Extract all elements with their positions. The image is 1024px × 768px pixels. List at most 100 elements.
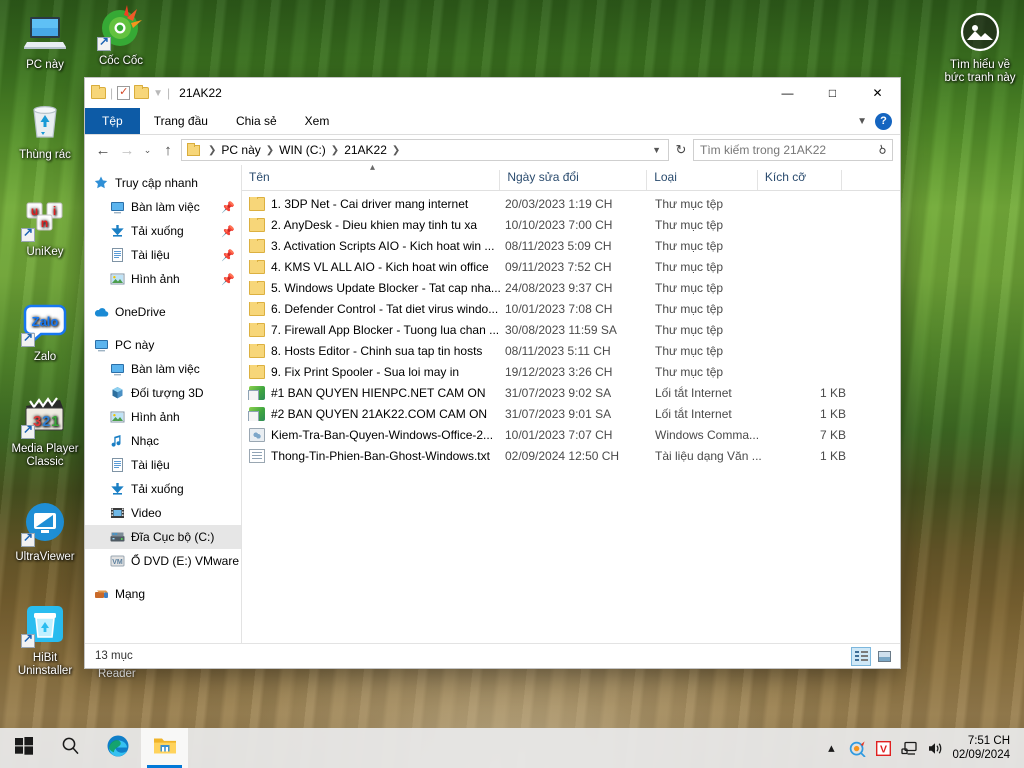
- network-tray-icon[interactable]: [896, 728, 922, 768]
- address-bar[interactable]: ← → ⌄ ↑ ❯ PC này ❯ WIN (C:) ❯ 21AK22 ❯ ▼…: [85, 135, 900, 165]
- table-row[interactable]: 3. Activation Scripts AIO - Kich hoat wi…: [242, 235, 900, 256]
- system-tray[interactable]: ▴ V 7:51 CH 02/09/2024: [818, 728, 1024, 768]
- taskbar[interactable]: ▴ V 7:51 CH 02/09/2024: [0, 728, 1024, 768]
- desktop-icon-unikey[interactable]: u i n UniKey: [6, 195, 84, 259]
- sidebar-item-local-disk-c[interactable]: Đĩa Cục bộ (C:): [85, 525, 241, 549]
- sidebar-item-documents-2[interactable]: Tài liệu: [85, 453, 241, 477]
- desktop-icon-hibit-uninstaller[interactable]: HiBit Uninstaller: [6, 601, 84, 678]
- column-header-name[interactable]: Tên ▴: [242, 162, 499, 190]
- desktop-spotlight-widget[interactable]: Tìm hiểu về bức tranh này: [936, 8, 1024, 85]
- window-controls[interactable]: — □ ✕: [765, 78, 900, 108]
- desktop-icon-media-player-classic[interactable]: 3 2 1 Media Player Classic: [6, 392, 84, 469]
- edge-button[interactable]: [94, 728, 141, 768]
- address-dropdown-icon[interactable]: ▼: [652, 145, 664, 155]
- properties-icon[interactable]: [117, 85, 131, 100]
- table-row[interactable]: 8. Hosts Editor - Chinh sua tap tin host…: [242, 340, 900, 361]
- file-list-pane[interactable]: Tên ▴ Ngày sửa đổi Loại Kích cỡ 1. 3DP N…: [242, 162, 900, 643]
- sidebar-item-documents[interactable]: Tài liệu 📌: [85, 243, 241, 267]
- tab-home[interactable]: Trang đầu: [140, 108, 222, 134]
- sidebar-item-3d-objects[interactable]: Đối tượng 3D: [85, 381, 241, 405]
- table-row[interactable]: Thong-Tin-Phien-Ban-Ghost-Windows.txt 02/…: [242, 445, 900, 466]
- sidebar-item-this-pc[interactable]: PC này: [85, 333, 241, 357]
- table-row[interactable]: Kiem-Tra-Ban-Quyen-Windows-Office-2... 10…: [242, 424, 900, 445]
- pin-icon[interactable]: 📌: [221, 225, 235, 238]
- breadcrumb-item-0[interactable]: PC này: [221, 143, 260, 157]
- svg-text:Zalo: Zalo: [32, 314, 59, 329]
- table-row[interactable]: 5. Windows Update Blocker - Tat cap nha.…: [242, 277, 900, 298]
- file-list[interactable]: 1. 3DP Net - Cai driver mang internet 20/…: [242, 191, 900, 643]
- tab-view[interactable]: Xem: [291, 108, 344, 134]
- sidebar-item-onedrive[interactable]: OneDrive: [85, 300, 241, 324]
- close-button[interactable]: ✕: [855, 78, 900, 108]
- maximize-button[interactable]: □: [810, 78, 855, 108]
- sidebar-item-downloads-2[interactable]: Tải xuống: [85, 477, 241, 501]
- desktop-icon-this-pc[interactable]: PC này: [6, 8, 84, 72]
- show-hidden-icons-button[interactable]: ▴: [818, 728, 844, 768]
- file-explorer-button[interactable]: [141, 728, 188, 768]
- table-row[interactable]: 2. AnyDesk - Dieu khien may tinh tu xa 10…: [242, 214, 900, 235]
- ribbon-tabs[interactable]: Tệp Trang đầu Chia sẻ Xem ▼ ?: [85, 108, 900, 135]
- column-headers[interactable]: Tên ▴ Ngày sửa đổi Loại Kích cỡ: [242, 162, 900, 191]
- up-button[interactable]: ↑: [157, 142, 179, 159]
- table-row[interactable]: 6. Defender Control - Tat diet virus win…: [242, 298, 900, 319]
- folder-icon[interactable]: [91, 85, 106, 99]
- new-folder-icon[interactable]: [134, 85, 150, 99]
- large-icons-view-button[interactable]: [874, 647, 894, 666]
- refresh-button[interactable]: ↻: [671, 142, 691, 158]
- details-view-button[interactable]: [851, 646, 871, 666]
- quick-access-toolbar[interactable]: | ▼ |: [85, 85, 170, 100]
- desktop-icon-ultraviewer[interactable]: UltraViewer: [6, 500, 84, 564]
- desktop[interactable]: PC này Thùng rác u i n UniKey: [0, 0, 1024, 768]
- column-header-type[interactable]: Loại: [646, 170, 757, 190]
- table-row[interactable]: 4. KMS VL ALL AIO - Kich hoat win office…: [242, 256, 900, 277]
- sidebar-item-pictures[interactable]: Hình ảnh 📌: [85, 267, 241, 291]
- sidebar-item-music[interactable]: Nhạc: [85, 429, 241, 453]
- tab-file[interactable]: Tệp: [85, 108, 140, 134]
- sidebar-item-desktop[interactable]: Bàn làm việc 📌: [85, 195, 241, 219]
- search-button[interactable]: [47, 728, 94, 768]
- sidebar-item-pictures-2[interactable]: Hình ảnh: [85, 405, 241, 429]
- sidebar-item-videos[interactable]: Video: [85, 501, 241, 525]
- help-button[interactable]: ?: [875, 112, 892, 130]
- table-row[interactable]: #1 BAN QUYEN HIENPC.NET CAM ON 31/07/2023…: [242, 382, 900, 403]
- desktop-icon-zalo[interactable]: Zalo Zalo: [6, 300, 84, 364]
- table-row[interactable]: 7. Firewall App Blocker - Tuong lua chan…: [242, 319, 900, 340]
- search-input[interactable]: Tìm kiếm trong 21AK22: [700, 143, 826, 157]
- navigation-pane[interactable]: Truy cập nhanh Bàn làm việc 📌 Tải xuống …: [85, 165, 242, 643]
- breadcrumb[interactable]: ❯ PC này ❯ WIN (C:) ❯ 21AK22 ❯ ▼: [181, 139, 669, 161]
- clock[interactable]: 7:51 CH 02/09/2024: [948, 734, 1018, 762]
- volume-tray-icon[interactable]: [922, 728, 948, 768]
- desktop-icon-coccoc[interactable]: Cốc Cốc: [82, 4, 160, 68]
- table-row[interactable]: 1. 3DP Net - Cai driver mang internet 20/…: [242, 193, 900, 214]
- pin-icon[interactable]: 📌: [221, 201, 235, 214]
- window-titlebar[interactable]: | ▼ | 21AK22 — □ ✕: [85, 78, 900, 108]
- coccoc-tray-icon[interactable]: [844, 728, 870, 768]
- pin-icon[interactable]: 📌: [221, 273, 235, 286]
- sidebar-item-network[interactable]: Mạng: [85, 582, 241, 606]
- forward-button[interactable]: →: [116, 142, 138, 159]
- column-header-size[interactable]: Kích cỡ: [756, 170, 841, 190]
- file-date: 02/09/2024 12:50 CH: [505, 448, 620, 463]
- file-explorer-window[interactable]: | ▼ | 21AK22 — □ ✕ Tệp Trang đầu Chia sẻ…: [85, 78, 900, 668]
- customize-dropdown-icon[interactable]: ▼: [153, 88, 163, 99]
- start-button[interactable]: [0, 728, 47, 768]
- desktop-icon-recycle-bin[interactable]: Thùng rác: [6, 98, 84, 162]
- sidebar-item-desktop-2[interactable]: Bàn làm việc: [85, 357, 241, 381]
- pin-icon[interactable]: 📌: [221, 249, 235, 262]
- sidebar-item-dvd-drive[interactable]: VM Ổ DVD (E:) VMware: [85, 549, 241, 573]
- sidebar-item-downloads[interactable]: Tải xuống 📌: [85, 219, 241, 243]
- column-header-spacer[interactable]: [841, 170, 900, 190]
- table-row[interactable]: 9. Fix Print Spooler - Sua loi may in 19/…: [242, 361, 900, 382]
- sidebar-item-quick-access[interactable]: Truy cập nhanh: [85, 171, 241, 195]
- search-box[interactable]: Tìm kiếm trong 21AK22 ☌: [693, 139, 893, 161]
- unikey-tray-icon[interactable]: V: [870, 728, 896, 768]
- back-button[interactable]: ←: [92, 142, 114, 159]
- minimize-button[interactable]: —: [765, 78, 810, 108]
- breadcrumb-item-1[interactable]: WIN (C:): [279, 143, 326, 157]
- column-header-date-modified[interactable]: Ngày sửa đổi: [499, 170, 646, 190]
- breadcrumb-item-2[interactable]: 21AK22: [344, 143, 387, 157]
- chevron-down-icon[interactable]: ▼: [857, 116, 867, 127]
- recent-locations-button[interactable]: ⌄: [140, 145, 155, 156]
- table-row[interactable]: #2 BAN QUYEN 21AK22.COM CAM ON 31/07/2023…: [242, 403, 900, 424]
- tab-share[interactable]: Chia sẻ: [222, 108, 291, 134]
